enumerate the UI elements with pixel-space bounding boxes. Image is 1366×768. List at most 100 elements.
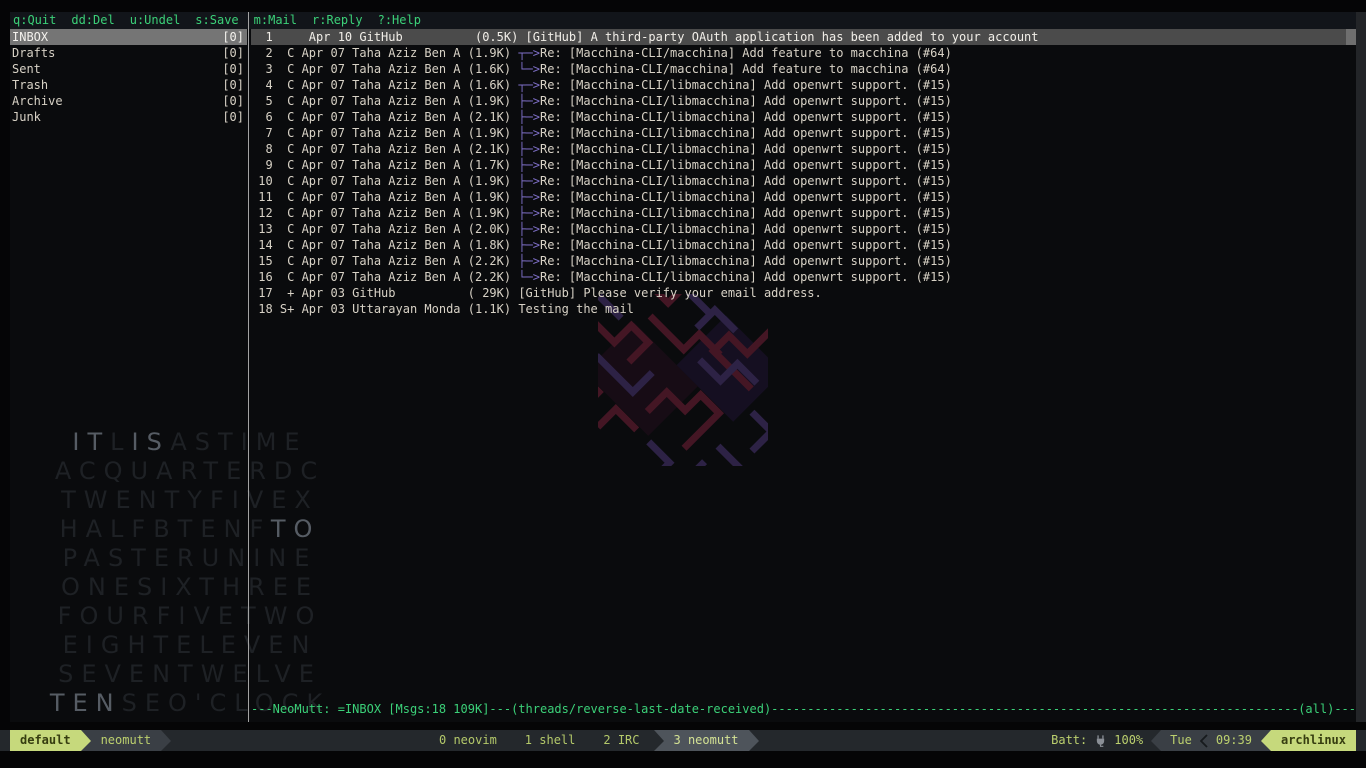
scrollbar-track[interactable] xyxy=(1356,12,1366,722)
mail-row-meta: 6 C Apr 07 Taha Aziz Ben A (2.1K) xyxy=(251,110,518,124)
sidebar-item-sent[interactable]: Sent [0] xyxy=(10,61,247,77)
sidebar-item-junk[interactable]: Junk[0] xyxy=(10,109,247,125)
word-clock-letters: SEVENTWELVE xyxy=(58,660,322,688)
word-clock-letters: EIGHTELEVEN xyxy=(63,631,318,659)
mail-subject: Re: [Macchina-CLI/libmacchina] Add openw… xyxy=(540,126,952,140)
mail-row[interactable]: 10 C Apr 07 Taha Aziz Ben A (1.9K) ├─>Re… xyxy=(251,173,1346,189)
powerline-arrow-icon xyxy=(1151,730,1161,751)
thread-tree-glyph: ├─> xyxy=(518,158,540,172)
mail-subject: Re: [Macchina-CLI/macchina] Add feature … xyxy=(540,46,952,60)
mail-row[interactable]: 9 C Apr 07 Taha Aziz Ben A (1.7K) ├─>Re:… xyxy=(251,157,1346,173)
terminal-window: ITLISASTIMEACQUARTERDCTWENTYFIVEXHALFBTE… xyxy=(10,12,1366,722)
sidebar-item-drafts[interactable]: Drafts[0] xyxy=(10,45,247,61)
mail-row-meta: 4 C Apr 07 Taha Aziz Ben A (1.6K) xyxy=(251,78,518,92)
mail-subject: Re: [Macchina-CLI/libmacchina] Add openw… xyxy=(540,110,952,124)
chevron-left-icon xyxy=(1200,734,1208,748)
wallpaper-word-clock: ITLISASTIMEACQUARTERDCTWENTYFIVEXHALFBTE… xyxy=(40,428,340,718)
mail-row[interactable]: 15 C Apr 07 Taha Aziz Ben A (2.2K) ├─>Re… xyxy=(251,253,1346,269)
sidebar-item-inbox[interactable]: INBOX[0] xyxy=(10,29,247,45)
word-clock-row: FOURFIVETWO xyxy=(40,602,340,631)
day-label: Tue xyxy=(1170,730,1192,751)
word-clock-letters: ONESIXTHREE xyxy=(61,573,319,601)
mail-row-meta: 7 C Apr 07 Taha Aziz Ben A (1.9K) xyxy=(251,126,518,140)
battery-percentage: 100% xyxy=(1114,730,1143,751)
scrollbar-thumb[interactable] xyxy=(1346,29,1356,45)
word-clock-row: SEVENTWELVE xyxy=(40,660,340,689)
tmux-window[interactable]: 0 neovim xyxy=(425,730,511,751)
word-clock-letters: ACQUARTERDC xyxy=(55,457,325,485)
mailbox-count: [0] xyxy=(222,45,244,61)
tmux-window-label: 3 neomutt xyxy=(664,730,749,751)
mail-row[interactable]: 6 C Apr 07 Taha Aziz Ben A (2.1K) ├─>Re:… xyxy=(251,109,1346,125)
mail-row[interactable]: 1 Apr 10 GitHub (0.5K) [GitHub] A third-… xyxy=(251,29,1346,45)
mail-row-meta: 1 Apr 10 GitHub (0.5K) xyxy=(251,30,526,44)
mail-row[interactable]: 8 C Apr 07 Taha Aziz Ben A (2.1K) ├─>Re:… xyxy=(251,141,1346,157)
mail-row-meta: 2 C Apr 07 Taha Aziz Ben A (1.9K) xyxy=(251,46,518,60)
help-key-hint: m:Mail xyxy=(254,12,297,29)
tmux-session-name[interactable]: default xyxy=(10,730,81,751)
tmux-window-list: 0 neovim1 shell2 IRC 3 neomutt xyxy=(425,730,759,751)
thread-tree-glyph: ├─> xyxy=(518,206,540,220)
mail-row[interactable]: 7 C Apr 07 Taha Aziz Ben A (1.9K) ├─>Re:… xyxy=(251,125,1346,141)
word-clock-letters: FOURFIVETWO xyxy=(58,602,323,630)
mail-subject: Re: [Macchina-CLI/libmacchina] Add openw… xyxy=(540,270,952,284)
word-clock-letters: IS xyxy=(132,428,171,456)
mail-subject: Re: [Macchina-CLI/libmacchina] Add openw… xyxy=(540,238,952,252)
mail-subject: Re: [Macchina-CLI/libmacchina] Add openw… xyxy=(540,206,952,220)
help-key-hint: q:Quit xyxy=(13,12,56,29)
mail-row-meta: 13 C Apr 07 Taha Aziz Ben A (2.0K) xyxy=(251,222,518,236)
mailbox-count: [0] xyxy=(222,29,244,45)
mailbox-name: Sent xyxy=(12,61,41,77)
mail-row[interactable]: 2 C Apr 07 Taha Aziz Ben A (1.9K) ┬─>Re:… xyxy=(251,45,1346,61)
plug-icon xyxy=(1094,734,1107,748)
word-clock-row: PASTERUNINE xyxy=(40,544,340,573)
word-clock-letters: TO xyxy=(271,515,321,543)
mailbox-count: [0] xyxy=(222,93,244,109)
word-clock-letters: PASTERUNINE xyxy=(63,544,318,572)
mail-row[interactable]: 17 + Apr 03 GitHub ( 29K) [GitHub] Pleas… xyxy=(251,285,1346,301)
word-clock-row: HALFBTENFTO xyxy=(40,515,340,544)
mail-index: 1 Apr 10 GitHub (0.5K) [GitHub] A third-… xyxy=(251,29,1346,317)
mail-subject: Re: [Macchina-CLI/macchina] Add feature … xyxy=(540,62,952,76)
tmux-window[interactable]: 2 IRC xyxy=(589,730,653,751)
battery-label: Batt: xyxy=(1051,730,1087,751)
status-mailbox-info: ---NeoMutt: =INBOX [Msgs:18 109K]---(thr… xyxy=(251,701,771,717)
thread-tree-glyph: └─> xyxy=(518,62,540,76)
mail-subject: [GitHub] A third-party OAuth application… xyxy=(526,30,1039,44)
mail-row[interactable]: 4 C Apr 07 Taha Aziz Ben A (1.6K) ┬─>Re:… xyxy=(251,77,1346,93)
mailbox-name: Trash xyxy=(12,77,48,93)
mail-row-meta: 12 C Apr 07 Taha Aziz Ben A (1.9K) xyxy=(251,206,518,220)
mail-row-meta: 5 C Apr 07 Taha Aziz Ben A (1.9K) xyxy=(251,94,518,108)
mail-row-meta: 18 S+ Apr 03 Uttarayan Monda (1.1K) xyxy=(251,302,518,316)
sidebar-item-trash[interactable]: Trash[0] xyxy=(10,77,247,93)
thread-tree-glyph: ├─> xyxy=(518,174,540,188)
help-key-hint: s:Save xyxy=(195,12,238,29)
mail-row[interactable]: 16 C Apr 07 Taha Aziz Ben A (2.2K) └─>Re… xyxy=(251,269,1346,285)
mail-row[interactable]: 12 C Apr 07 Taha Aziz Ben A (1.9K) ├─>Re… xyxy=(251,205,1346,221)
mail-row[interactable]: 5 C Apr 07 Taha Aziz Ben A (1.9K) ├─>Re:… xyxy=(251,93,1346,109)
thread-tree-glyph: ├─> xyxy=(518,94,540,108)
thread-tree-glyph: └─> xyxy=(518,270,540,284)
thread-tree-glyph: ├─> xyxy=(518,222,540,236)
mail-row-meta: 9 C Apr 07 Taha Aziz Ben A (1.7K) xyxy=(251,158,518,172)
mail-row-meta: 11 C Apr 07 Taha Aziz Ben A (1.9K) xyxy=(251,190,518,204)
mail-row[interactable]: 11 C Apr 07 Taha Aziz Ben A (1.9K) ├─>Re… xyxy=(251,189,1346,205)
mail-row-meta: 3 C Apr 07 Taha Aziz Ben A (1.6K) xyxy=(251,62,518,76)
thread-tree-glyph: ├─> xyxy=(518,254,540,268)
mail-row[interactable]: 3 C Apr 07 Taha Aziz Ben A (1.6K) └─>Re:… xyxy=(251,61,1346,77)
mail-row[interactable]: 13 C Apr 07 Taha Aziz Ben A (2.0K) ├─>Re… xyxy=(251,221,1346,237)
mail-subject: Re: [Macchina-CLI/libmacchina] Add openw… xyxy=(540,94,952,108)
mail-subject: Re: [Macchina-CLI/libmacchina] Add openw… xyxy=(540,190,952,204)
tmux-window-active[interactable]: 3 neomutt xyxy=(654,730,749,751)
word-clock-row: ITLISASTIME xyxy=(40,428,340,457)
tmux-window[interactable]: 1 shell xyxy=(511,730,590,751)
mail-row[interactable]: 18 S+ Apr 03 Uttarayan Monda (1.1K) Test… xyxy=(251,301,1346,317)
sidebar-item-archive[interactable]: Archive[0] xyxy=(10,93,247,109)
mailbox-count: [0] xyxy=(222,61,244,77)
word-clock-row: ONESIXTHREE xyxy=(40,573,340,602)
mail-row[interactable]: 14 C Apr 07 Taha Aziz Ben A (1.8K) ├─>Re… xyxy=(251,237,1346,253)
mailbox-name: Junk xyxy=(12,109,41,125)
powerline-arrow-icon xyxy=(749,730,759,751)
powerline-arrow-icon xyxy=(81,730,91,751)
wallpaper-maze-art xyxy=(598,294,768,466)
